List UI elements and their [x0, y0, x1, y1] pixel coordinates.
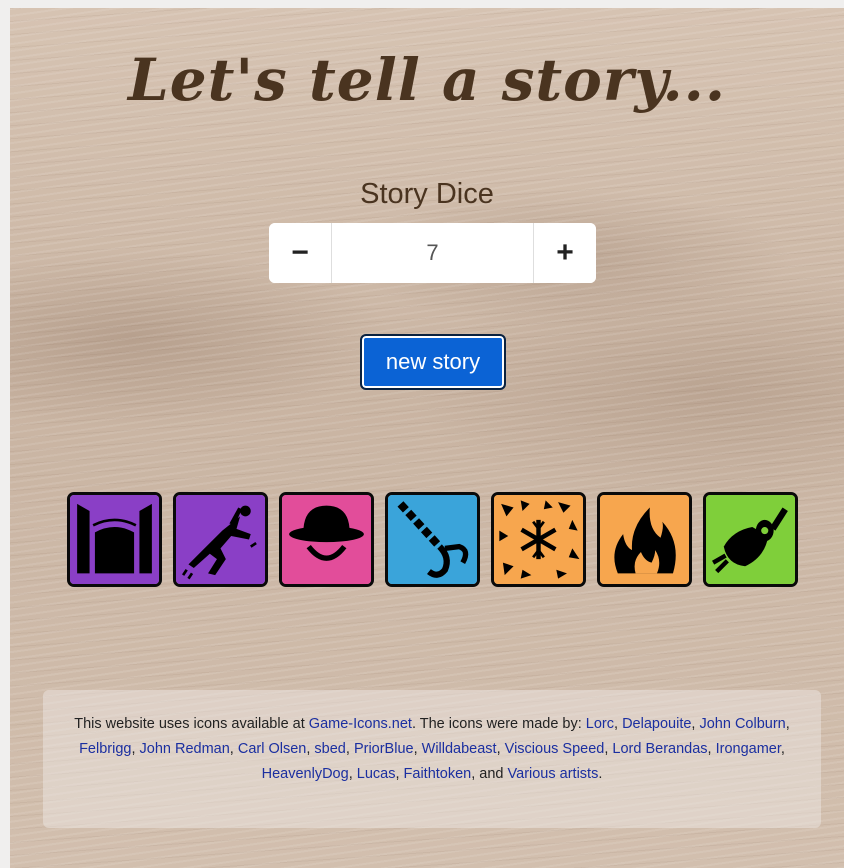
increment-button[interactable]: + [533, 223, 596, 283]
author-link[interactable]: PriorBlue [354, 741, 414, 757]
chain-hook-icon [388, 495, 477, 584]
decrement-button[interactable]: − [269, 223, 332, 283]
author-link[interactable]: Willdabeast [422, 741, 497, 757]
page-title: Let's tell a story... [127, 46, 727, 114]
page-background: Let's tell a story... Story Dice − 7 + n… [10, 8, 844, 868]
author-link[interactable]: sbed [314, 741, 345, 757]
game-icons-link[interactable]: Game-Icons.net [309, 716, 412, 732]
author-link[interactable]: Lord Berandas [612, 741, 707, 757]
various-artists-link[interactable]: Various artists [508, 766, 599, 782]
author-link[interactable]: John Redman [140, 741, 230, 757]
dice-count-stepper: − 7 + [269, 223, 596, 283]
falling-man-icon [176, 495, 265, 584]
die-chain-hook [385, 492, 480, 587]
gate-icon [70, 495, 159, 584]
author-link[interactable]: Felbrigg [79, 741, 131, 757]
flame-icon [600, 495, 689, 584]
author-link[interactable]: Viscious Speed [505, 741, 605, 757]
credits-and: , and [471, 766, 508, 782]
snowflake-shards-icon [494, 495, 583, 584]
dice-row [67, 492, 801, 592]
author-link[interactable]: Lucas [357, 766, 396, 782]
author-link[interactable]: Carl Olsen [238, 741, 307, 757]
author-link[interactable]: Irongamer [716, 741, 781, 757]
hat-face-icon [282, 495, 371, 584]
meat-skewer-icon [706, 495, 795, 584]
die-meat-skewer [703, 492, 798, 587]
credits-panel: This website uses icons available at Gam… [43, 690, 821, 828]
credits-made-by: . The icons were made by: [411, 716, 586, 732]
author-link[interactable]: Faithtoken [404, 766, 472, 782]
die-snowflake [491, 492, 586, 587]
author-link[interactable]: HeavenlyDog [262, 766, 349, 782]
author-link[interactable]: Delapouite [622, 716, 691, 732]
credits-intro: This website uses icons available at [74, 716, 309, 732]
die-gate [67, 492, 162, 587]
author-link[interactable]: John Colburn [699, 716, 785, 732]
dice-count-label: Story Dice [360, 178, 494, 210]
die-falling-man [173, 492, 268, 587]
die-hat-face [279, 492, 374, 587]
die-flame [597, 492, 692, 587]
new-story-button[interactable]: new story [360, 334, 506, 390]
dice-count-input[interactable]: 7 [332, 223, 533, 283]
author-link[interactable]: Lorc [586, 716, 614, 732]
credits-end: . [598, 766, 603, 782]
